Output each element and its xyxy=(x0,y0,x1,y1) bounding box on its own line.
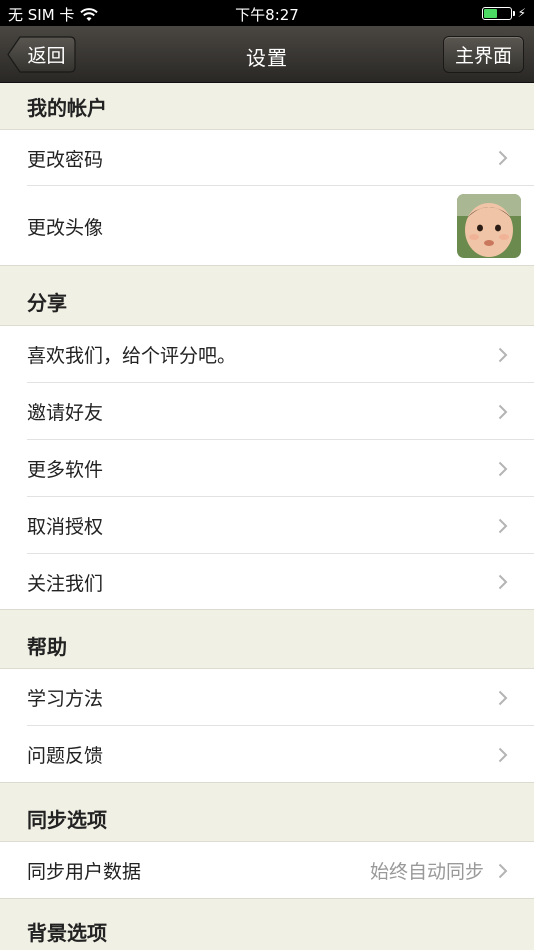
chevron-right-icon xyxy=(498,863,508,878)
row-change-password[interactable]: 更改密码 xyxy=(0,130,534,186)
chevron-right-icon xyxy=(498,518,508,533)
row-change-avatar[interactable]: 更改头像 xyxy=(0,186,534,266)
chevron-right-icon xyxy=(498,347,508,362)
row-value: 始终自动同步 xyxy=(369,861,484,883)
chevron-right-icon xyxy=(498,461,508,476)
section-title: 分享 xyxy=(27,291,67,315)
row-label: 更改头像 xyxy=(27,216,104,239)
home-button-label: 主界面 xyxy=(454,45,512,67)
row-more-apps[interactable]: 更多软件 xyxy=(0,440,534,497)
charging-bolt-icon: ⚡ xyxy=(517,6,526,20)
row-label: 更多软件 xyxy=(27,459,104,481)
chevron-right-icon xyxy=(498,574,508,590)
status-bar: 无 SIM 卡 下午8:27 ⚡ xyxy=(0,0,534,26)
row-sync-user-data[interactable]: 同步用户数据 始终自动同步 xyxy=(0,842,534,899)
home-button[interactable]: 主界面 xyxy=(443,36,524,73)
avatar-image xyxy=(457,194,521,258)
row-feedback[interactable]: 问题反馈 xyxy=(0,726,534,783)
row-label: 学习方法 xyxy=(27,688,104,710)
section-header-share: 分享 xyxy=(0,266,534,326)
status-time: 下午8:27 xyxy=(235,6,299,24)
row-label: 喜欢我们，给个评分吧。 xyxy=(27,345,237,367)
chevron-right-icon xyxy=(498,404,508,419)
chevron-right-icon xyxy=(498,747,508,762)
row-revoke-auth[interactable]: 取消授权 xyxy=(0,497,534,554)
row-learning-method[interactable]: 学习方法 xyxy=(0,669,534,726)
row-label: 取消授权 xyxy=(27,516,104,538)
row-follow-us[interactable]: 关注我们 xyxy=(0,554,534,610)
section-title: 帮助 xyxy=(27,634,67,659)
battery-icon xyxy=(481,6,515,20)
chevron-right-icon xyxy=(498,690,508,705)
section-header-account: 我的帐户 xyxy=(0,83,534,130)
row-label: 关注我们 xyxy=(27,572,104,595)
row-label: 同步用户数据 xyxy=(27,861,142,883)
row-label: 邀请好友 xyxy=(27,402,104,424)
section-title: 背景选项 xyxy=(27,921,107,945)
avatar[interactable] xyxy=(457,194,521,258)
row-label: 问题反馈 xyxy=(27,745,104,767)
row-invite-friends[interactable]: 邀请好友 xyxy=(0,383,534,440)
section-header-background: 背景选项 xyxy=(0,899,534,950)
navigation-bar: 返回 设置 主界面 xyxy=(0,26,534,83)
row-label: 更改密码 xyxy=(27,148,104,171)
status-right: ⚡ xyxy=(481,6,526,20)
section-title: 我的帐户 xyxy=(27,95,107,120)
chevron-right-icon xyxy=(498,150,508,166)
section-header-help: 帮助 xyxy=(0,610,534,669)
section-header-sync: 同步选项 xyxy=(0,783,534,842)
section-title: 同步选项 xyxy=(27,807,107,832)
battery-level xyxy=(483,8,497,18)
row-rate-us[interactable]: 喜欢我们，给个评分吧。 xyxy=(0,326,534,383)
